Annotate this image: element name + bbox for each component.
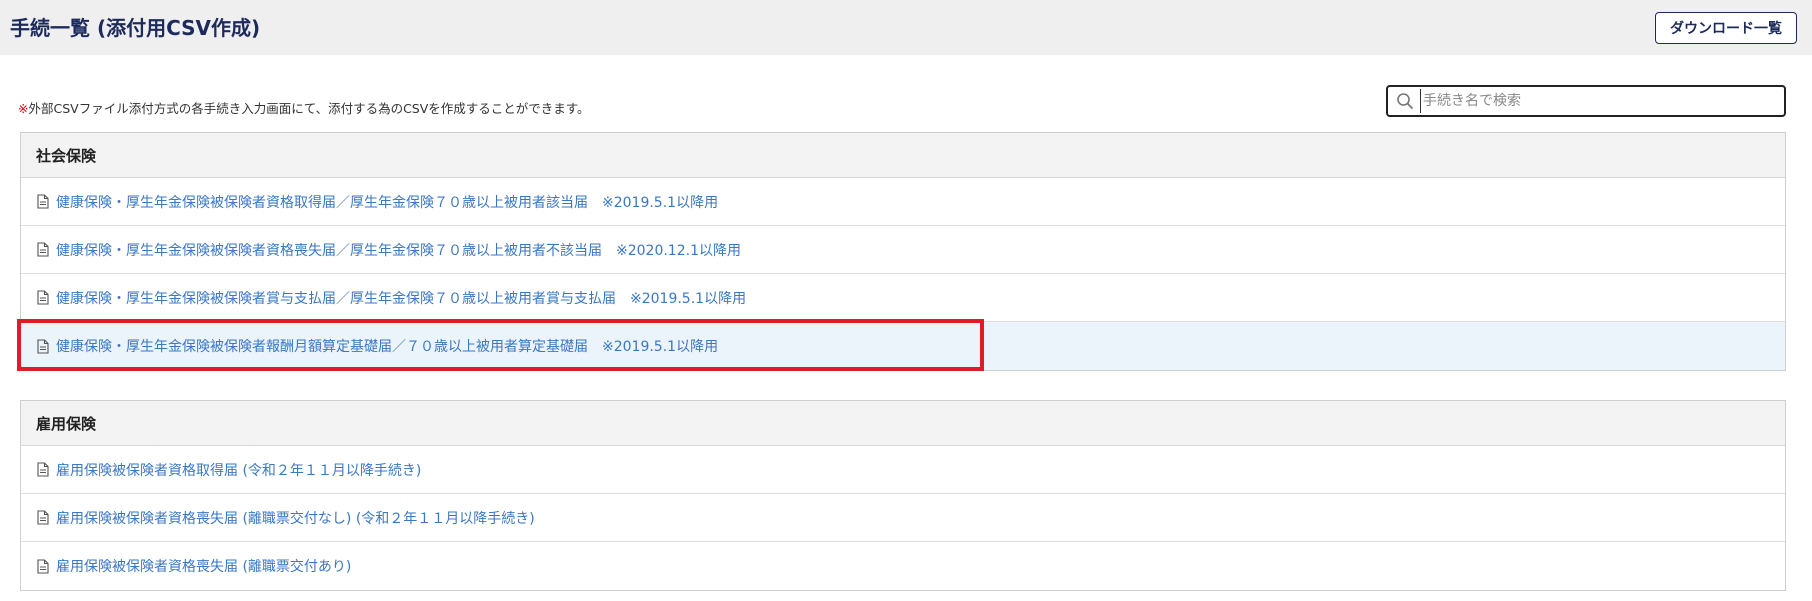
procedure-link[interactable]: 健康保険・厚生年金保険被保険者賞与支払届／厚生年金保険７０歳以上被用者賞与支払届… — [56, 288, 746, 308]
section-header: 社会保険 — [21, 133, 1785, 178]
procedure-item[interactable]: 健康保険・厚生年金保険被保険者資格取得届／厚生年金保険７０歳以上被用者該当届 ※… — [21, 178, 1785, 226]
procedure-item[interactable]: 健康保険・厚生年金保険被保険者資格喪失届／厚生年金保険７０歳以上被用者不該当届 … — [21, 226, 1785, 274]
procedure-link[interactable]: 雇用保険被保険者資格取得届 (令和２年１１月以降手続き) — [56, 460, 421, 480]
procedure-link[interactable]: 雇用保険被保険者資格喪失届 (離職票交付なし) (令和２年１１月以降手続き) — [56, 508, 535, 528]
procedure-item[interactable]: 雇用保険被保険者資格喪失届 (離職票交付あり) — [21, 542, 1785, 590]
page-title: 手続一覧 (添付用CSV作成) — [10, 16, 261, 40]
procedure-link[interactable]: 健康保険・厚生年金保険被保険者報酬月額算定基礎届／７０歳以上被用者算定基礎届 ※… — [56, 336, 718, 356]
procedure-item[interactable]: 健康保険・厚生年金保険被保険者賞与支払届／厚生年金保険７０歳以上被用者賞与支払届… — [21, 274, 1785, 322]
download-list-button[interactable]: ダウンロード一覧 — [1655, 12, 1797, 44]
page-header: 手続一覧 (添付用CSV作成) ダウンロード一覧 — [0, 0, 1812, 55]
search-icon — [1397, 93, 1413, 109]
document-icon — [37, 462, 49, 477]
notice-mark: ※ — [18, 101, 29, 116]
notice-message: 外部CSVファイル添付方式の各手続き入力画面にて、添付する為のCSVを作成するこ… — [28, 101, 590, 116]
search-box[interactable] — [1386, 85, 1786, 117]
notice-text: ※外部CSVファイル添付方式の各手続き入力画面にて、添付する為のCSVを作成する… — [18, 98, 590, 117]
document-icon — [37, 194, 49, 209]
procedure-item[interactable]: 雇用保険被保険者資格取得届 (令和２年１１月以降手続き) — [21, 446, 1785, 494]
document-icon — [37, 510, 49, 525]
search-input[interactable] — [1420, 89, 1760, 113]
section-header: 雇用保険 — [21, 401, 1785, 446]
document-icon — [37, 242, 49, 257]
document-icon — [37, 290, 49, 305]
procedure-item[interactable]: 雇用保険被保険者資格喪失届 (離職票交付なし) (令和２年１１月以降手続き) — [21, 494, 1785, 542]
document-icon — [37, 338, 49, 354]
section-social-insurance: 社会保険 健康保険・厚生年金保険被保険者資格取得届／厚生年金保険７０歳以上被用者… — [20, 132, 1786, 371]
procedure-link[interactable]: 健康保険・厚生年金保険被保険者資格喪失届／厚生年金保険７０歳以上被用者不該当届 … — [56, 240, 741, 260]
procedure-link[interactable]: 雇用保険被保険者資格喪失届 (離職票交付あり) — [56, 556, 351, 576]
document-icon — [37, 558, 49, 574]
procedure-link[interactable]: 健康保険・厚生年金保険被保険者資格取得届／厚生年金保険７０歳以上被用者該当届 ※… — [56, 192, 718, 212]
procedure-item-highlighted[interactable]: 健康保険・厚生年金保険被保険者報酬月額算定基礎届／７０歳以上被用者算定基礎届 ※… — [21, 322, 1785, 370]
section-employment-insurance: 雇用保険 雇用保険被保険者資格取得届 (令和２年１１月以降手続き) 雇用保険被保… — [20, 400, 1786, 591]
